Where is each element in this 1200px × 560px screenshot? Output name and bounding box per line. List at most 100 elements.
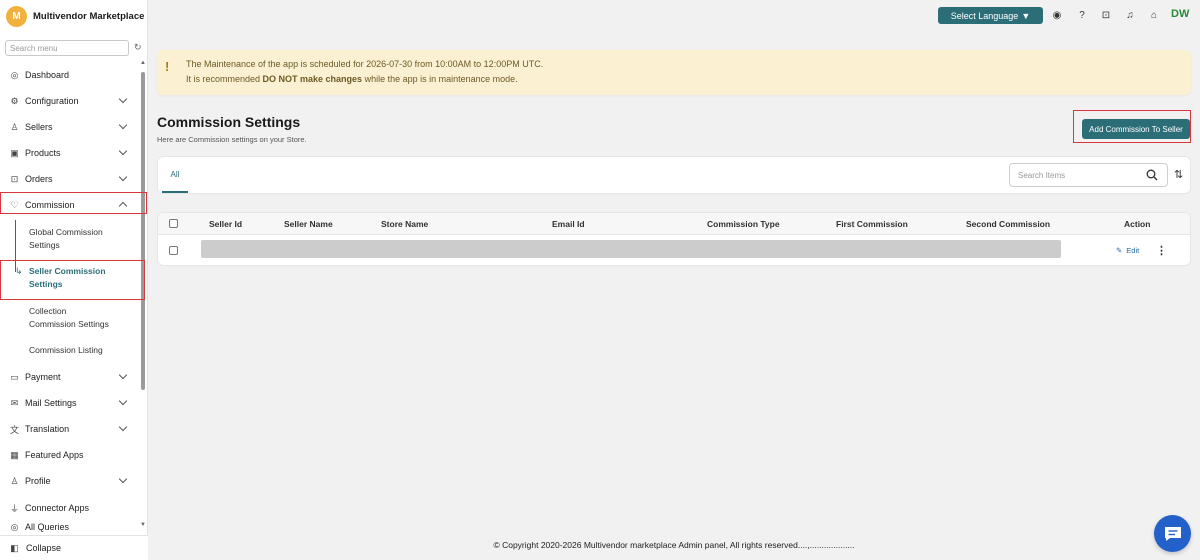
select-all-checkbox[interactable] bbox=[169, 219, 178, 228]
chevron-down-icon bbox=[118, 370, 128, 380]
dropdown-triangle-icon: ▼ bbox=[1021, 10, 1031, 21]
more-options-icon[interactable]: ⋮ bbox=[1156, 244, 1167, 257]
plug-icon: ⏚ bbox=[9, 503, 19, 514]
sidebar-item-label: Translation bbox=[25, 424, 70, 434]
banner-bold-text: DO NOT make changes bbox=[262, 74, 363, 84]
sidebar-item-profile[interactable]: ♙ Profile bbox=[0, 469, 140, 493]
translate-icon: 文 bbox=[9, 424, 19, 435]
chevron-down-icon bbox=[118, 146, 128, 156]
chevron-down-icon bbox=[118, 474, 128, 484]
collapse-button[interactable]: ◧ Collapse bbox=[0, 535, 148, 560]
column-header-commission-type[interactable]: Commission Type bbox=[707, 219, 780, 229]
topbar: Select Language ▼ ◉ ? ⊡ ♫ ⌂ DW bbox=[148, 0, 1200, 32]
collapse-label: Collapse bbox=[26, 543, 62, 553]
row-checkbox[interactable] bbox=[169, 246, 178, 255]
search-menu-input[interactable] bbox=[5, 40, 129, 56]
sidebar-item-sellers[interactable]: ♙ Sellers bbox=[0, 115, 140, 139]
sidebar-item-label: Connector Apps bbox=[25, 503, 90, 513]
edit-button[interactable]: ✎ Edit bbox=[1116, 246, 1139, 255]
warning-icon: ! bbox=[165, 59, 170, 74]
sidebar-item-products[interactable]: ▣ Products bbox=[0, 141, 140, 165]
sidebar-item-label: Products bbox=[25, 148, 61, 158]
column-header-seller-name[interactable]: Seller Name bbox=[284, 219, 333, 229]
product-icon: ▣ bbox=[10, 147, 19, 158]
chevron-down-icon bbox=[118, 422, 128, 432]
sidebar-item-connector-apps[interactable]: ⏚ Connector Apps bbox=[0, 496, 140, 520]
sidebar-subitem-label: Commission Listing bbox=[29, 345, 103, 355]
sidebar-item-label: Sellers bbox=[25, 122, 53, 132]
brand-avatar: M bbox=[6, 6, 27, 27]
page-subtitle: Here are Commission settings on your Sto… bbox=[157, 135, 307, 144]
payment-icon: ▭ bbox=[10, 371, 19, 382]
sidebar-item-label: Payment bbox=[25, 372, 61, 382]
banner-message: The Maintenance of the app is scheduled … bbox=[186, 59, 544, 69]
column-header-first-commission[interactable]: First Commission bbox=[836, 219, 908, 229]
table-header: Seller Id Seller Name Store Name Email I… bbox=[158, 213, 1190, 235]
sidebar-item-all-queries[interactable]: ◎ All Queries bbox=[0, 522, 140, 534]
user-initials[interactable]: DW bbox=[1171, 8, 1189, 20]
sidebar-item-dashboard[interactable]: ◎ Dashboard bbox=[0, 63, 140, 87]
collapse-icon: ◧ bbox=[10, 542, 19, 553]
column-header-action: Action bbox=[1124, 219, 1151, 229]
sidebar-item-featured-apps[interactable]: ▦ Featured Apps bbox=[0, 443, 140, 467]
column-header-second-commission[interactable]: Second Commission bbox=[966, 219, 1050, 229]
sidebar-subitem-label: Collection bbox=[29, 306, 67, 316]
chevron-down-icon bbox=[118, 120, 128, 130]
sidebar-subitem-collection-commission[interactable]: Collection Commission Settings bbox=[29, 305, 129, 331]
help-icon[interactable]: ? bbox=[1076, 9, 1088, 21]
refresh-icon[interactable]: ↻ bbox=[134, 42, 142, 53]
account-circle-icon[interactable]: ◉ bbox=[1051, 9, 1063, 21]
person-icon: ♙ bbox=[10, 475, 19, 486]
edit-label: Edit bbox=[1126, 246, 1140, 255]
maintenance-banner: ! The Maintenance of the app is schedule… bbox=[157, 50, 1191, 95]
commission-table: Seller Id Seller Name Store Name Email I… bbox=[157, 212, 1191, 266]
apps-icon: ▦ bbox=[10, 449, 19, 460]
chevron-down-icon bbox=[118, 172, 128, 182]
gear-icon: ⚙ bbox=[10, 95, 19, 106]
banner-text: It is recommended bbox=[186, 74, 263, 84]
column-header-seller-id[interactable]: Seller Id bbox=[209, 219, 242, 229]
sidebar-subitem-label: Global Commission bbox=[29, 227, 103, 237]
bell-icon[interactable]: ♫ bbox=[1124, 9, 1136, 21]
page-title: Commission Settings bbox=[157, 114, 301, 130]
select-language-button[interactable]: Select Language ▼ bbox=[938, 7, 1043, 24]
select-language-label: Select Language bbox=[950, 10, 1019, 21]
search-items-input[interactable] bbox=[1009, 163, 1168, 187]
sidebar-item-label: Dashboard bbox=[25, 70, 70, 80]
sidebar-item-label: Orders bbox=[25, 174, 53, 184]
seller-commission-highlight-box bbox=[0, 260, 145, 300]
sidebar-subitem-global-commission[interactable]: Global Commission Settings bbox=[29, 226, 129, 252]
sidebar-subitem-label: Settings bbox=[29, 240, 60, 250]
sidebar-item-label: Featured Apps bbox=[25, 450, 84, 460]
sidebar-scrollbar[interactable] bbox=[141, 72, 145, 390]
scroll-up-arrow-icon[interactable]: ▲ bbox=[140, 60, 146, 66]
sidebar-item-payment[interactable]: ▭ Payment bbox=[0, 365, 140, 389]
store-icon[interactable]: ⌂ bbox=[1148, 9, 1160, 21]
sidebar-item-mail-settings[interactable]: ✉ Mail Settings bbox=[0, 391, 140, 415]
chevron-down-icon bbox=[118, 396, 128, 406]
column-header-store-name[interactable]: Store Name bbox=[381, 219, 428, 229]
brand[interactable]: M Multivendor Marketplace bbox=[6, 6, 144, 27]
sidebar-item-orders[interactable]: ⊡ Orders bbox=[0, 167, 140, 191]
chat-icon bbox=[1164, 526, 1181, 541]
feedback-icon[interactable]: ⊡ bbox=[1100, 9, 1112, 21]
scroll-down-arrow-icon[interactable]: ▼ bbox=[140, 522, 146, 528]
tab-all[interactable]: All bbox=[162, 157, 188, 193]
person-icon: ♙ bbox=[10, 121, 19, 132]
chat-button[interactable] bbox=[1154, 515, 1191, 552]
sidebar-item-label: All Queries bbox=[25, 522, 70, 532]
sort-icon[interactable]: ⇅ bbox=[1174, 168, 1183, 181]
sidebar-item-label: Mail Settings bbox=[25, 398, 77, 408]
sidebar-item-translation[interactable]: 文 Translation bbox=[0, 417, 140, 441]
column-header-email-id[interactable]: Email Id bbox=[552, 219, 585, 229]
orders-icon: ⊡ bbox=[10, 173, 19, 184]
dashboard-icon: ◎ bbox=[10, 69, 19, 80]
banner-text: while the app is in maintenance mode. bbox=[362, 74, 518, 84]
sidebar-item-configuration[interactable]: ⚙ Configuration bbox=[0, 89, 140, 113]
sidebar-subitem-commission-listing[interactable]: Commission Listing bbox=[29, 344, 129, 357]
row-loading-placeholder bbox=[201, 240, 1061, 258]
banner-recommendation: It is recommended DO NOT make changes wh… bbox=[186, 74, 518, 84]
tabs-card: All ⇅ bbox=[157, 156, 1191, 194]
sidebar-item-label: Configuration bbox=[25, 96, 79, 106]
search-icon[interactable] bbox=[1146, 169, 1158, 181]
